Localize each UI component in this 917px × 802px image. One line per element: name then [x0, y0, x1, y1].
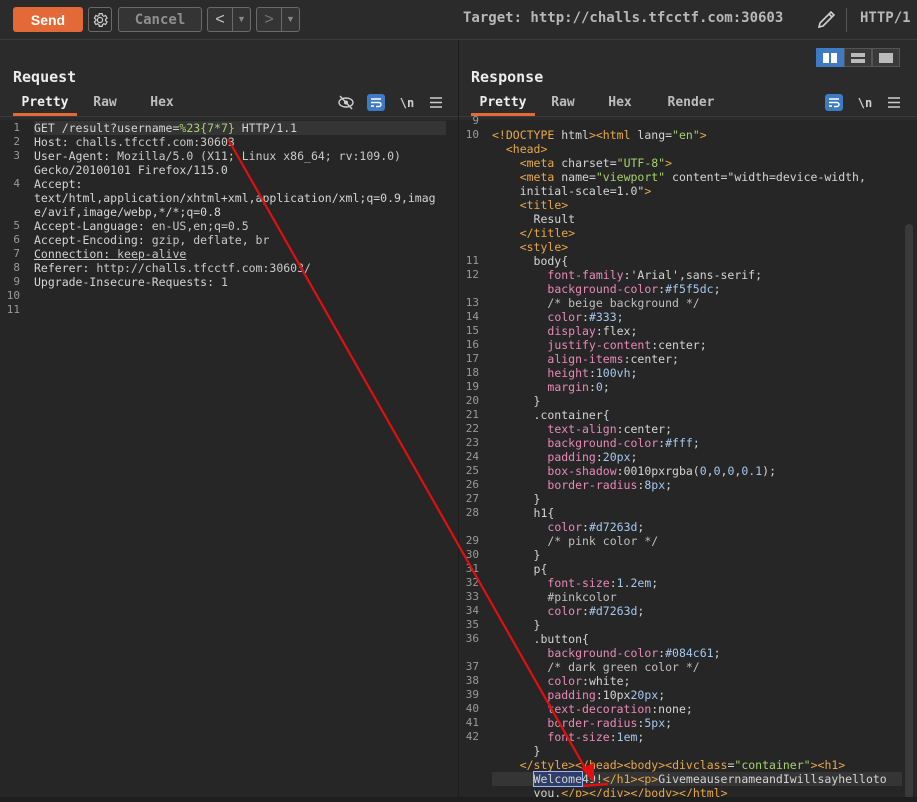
arrow-line	[227, 138, 590, 776]
arrow-underline	[582, 782, 609, 788]
annotation-arrow	[227, 138, 609, 788]
status-bar	[0, 797, 917, 802]
